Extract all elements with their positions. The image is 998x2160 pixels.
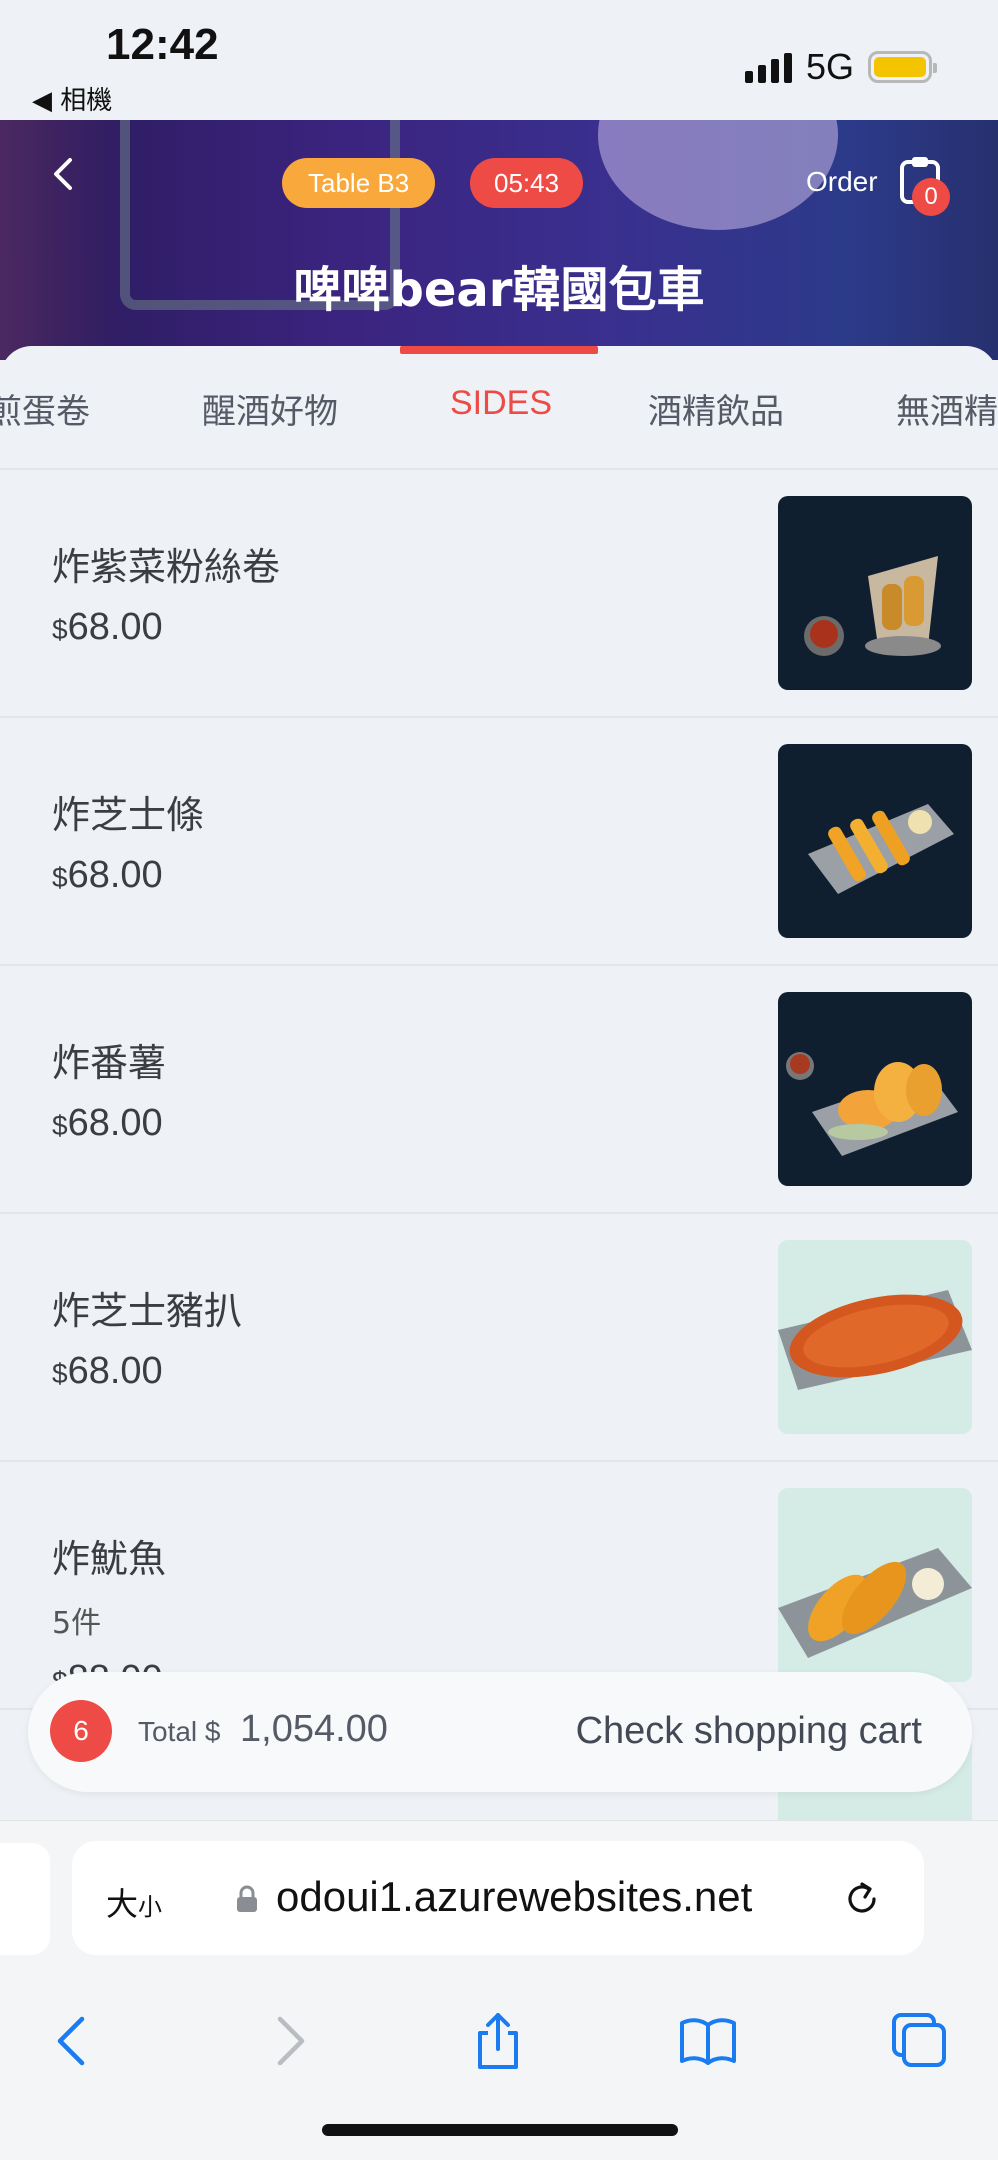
order-count-badge: 0 xyxy=(912,178,950,216)
cart-total-amount: 1,054.00 xyxy=(240,1708,388,1750)
check-shopping-cart-button[interactable]: Check shopping cart xyxy=(576,1710,922,1753)
cart-count-badge: 6 xyxy=(50,1700,112,1762)
address-bar[interactable]: 大小 odoui1.azurewebsites.net xyxy=(72,1841,924,1955)
lock-icon xyxy=(237,1885,257,1912)
back-to-app-link[interactable]: ◀ 相機 xyxy=(32,80,112,117)
menu-item[interactable]: 炸芝士條 $68.00 xyxy=(0,718,998,966)
tab-non-alcoholic[interactable]: 無酒精 xyxy=(896,384,998,433)
item-name: 炸魷魚 xyxy=(52,1537,167,1581)
status-bar: 12:42 ◀ 相機 5G xyxy=(0,0,998,120)
item-price: $68.00 xyxy=(52,1102,163,1144)
battery-icon xyxy=(868,51,937,83)
url-text[interactable]: odoui1.azurewebsites.net xyxy=(276,1873,752,1921)
table-badge: Table B3 xyxy=(282,158,436,208)
item-price: $68.00 xyxy=(52,606,163,648)
menu-item[interactable]: 炸芝士豬扒 $68.00 xyxy=(0,1214,998,1462)
previous-tab-edge[interactable] xyxy=(0,1843,50,1955)
menu-item[interactable]: 炸番薯 $68.00 xyxy=(0,966,998,1214)
item-photo xyxy=(778,1240,972,1434)
item-name: 炸紫菜粉絲卷 xyxy=(52,545,281,589)
back-icon[interactable] xyxy=(44,2011,104,2071)
order-label[interactable]: Order xyxy=(806,166,878,198)
item-price: $68.00 xyxy=(52,1350,163,1392)
shopping-cart-bar[interactable]: 6 Total $ 1,054.00 Check shopping cart xyxy=(28,1672,972,1792)
tabs-icon[interactable] xyxy=(890,2011,950,2071)
back-chevron-icon[interactable] xyxy=(46,156,82,192)
item-photo xyxy=(778,744,972,938)
signal-icon xyxy=(744,51,792,83)
share-icon[interactable] xyxy=(468,2011,528,2071)
category-tabs: 煎蛋卷 醒酒好物 SIDES 酒精飲品 無酒精 xyxy=(0,346,998,470)
timer-badge: 05:43 xyxy=(470,158,584,208)
active-tab-indicator xyxy=(400,346,598,354)
item-name: 炸芝士豬扒 xyxy=(52,1289,243,1333)
item-photo xyxy=(778,1488,972,1682)
store-header: Table B3 05:43 Order 0 啤啤bear韓國包車 xyxy=(0,120,998,360)
item-quantity-note: 5件 xyxy=(52,1606,102,1641)
status-time: 12:42 xyxy=(106,20,219,69)
network-type: 5G xyxy=(805,46,854,87)
item-photo xyxy=(778,496,972,690)
tab-hangover-food[interactable]: 醒酒好物 xyxy=(202,384,338,433)
status-indicators: 5G xyxy=(744,46,937,88)
browser-toolbar xyxy=(0,1981,998,2091)
item-price: $68.00 xyxy=(52,854,163,896)
tab-omelette-rolls[interactable]: 煎蛋卷 xyxy=(0,384,90,433)
item-name: 炸芝士條 xyxy=(52,793,205,837)
reload-icon[interactable] xyxy=(840,1877,884,1921)
header-background-decoration xyxy=(598,120,838,230)
home-indicator[interactable] xyxy=(322,2124,678,2136)
item-name: 炸番薯 xyxy=(52,1041,167,1085)
forward-icon[interactable] xyxy=(258,2011,318,2071)
tab-sides[interactable]: SIDES xyxy=(450,384,552,423)
cart-total-label: Total $ xyxy=(138,1716,221,1747)
store-title: 啤啤bear韓國包車 xyxy=(293,262,705,318)
tab-alcoholic-drinks[interactable]: 酒精飲品 xyxy=(648,384,784,433)
menu-item[interactable]: 炸紫菜粉絲卷 $68.00 xyxy=(0,470,998,718)
item-photo xyxy=(778,992,972,1186)
text-size-button[interactable]: 大小 xyxy=(106,1879,162,1925)
bookmarks-icon[interactable] xyxy=(678,2011,738,2071)
browser-chrome: 大小 odoui1.azurewebsites.net xyxy=(0,1820,998,2160)
